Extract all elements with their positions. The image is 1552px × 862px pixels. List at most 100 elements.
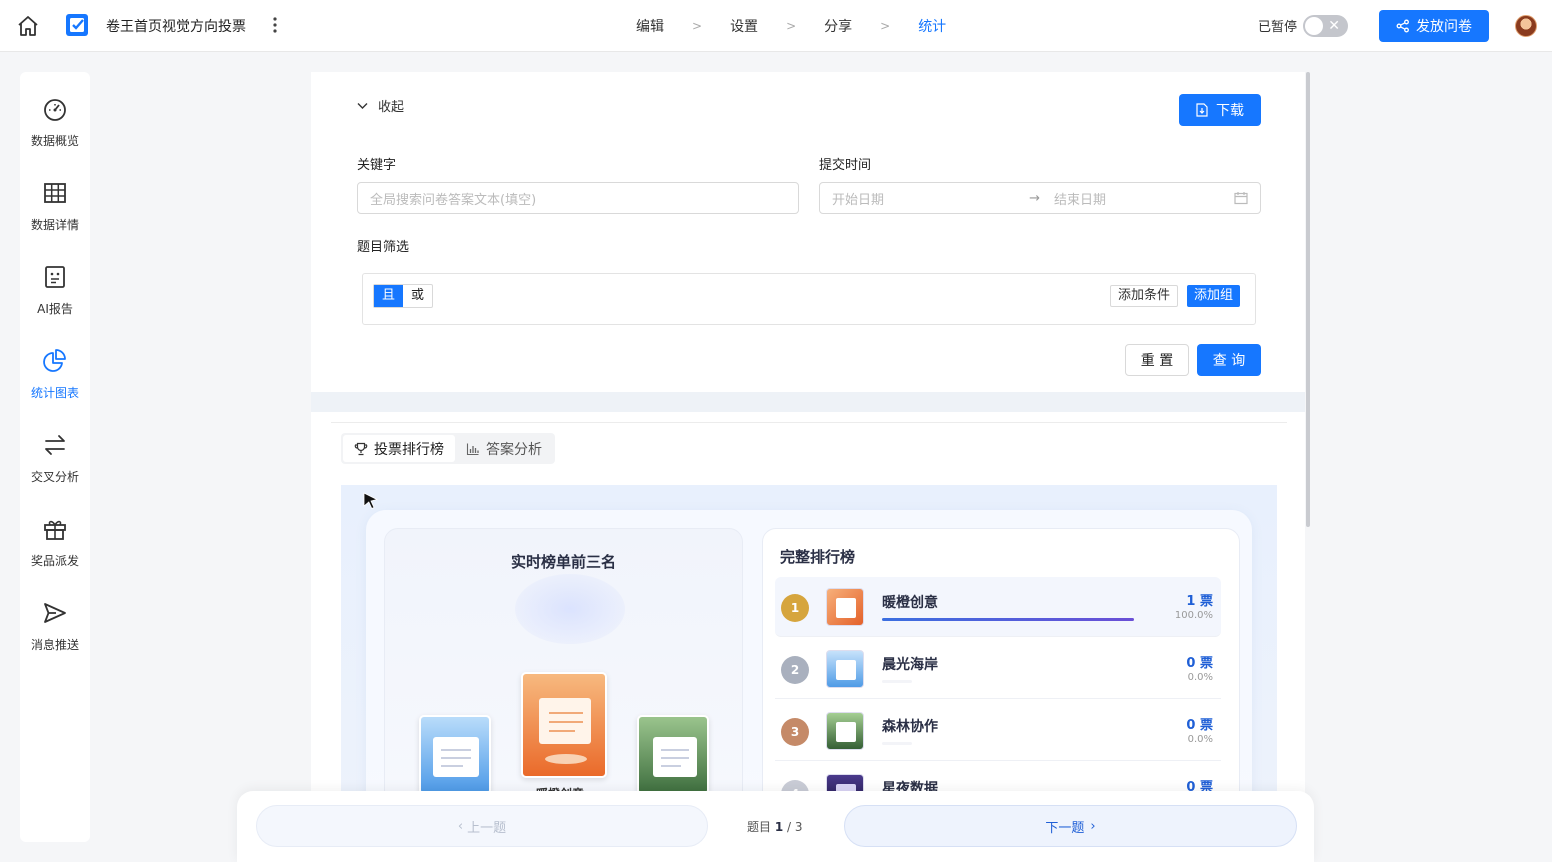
counter-prefix: 题目 <box>747 820 772 834</box>
chevron-left-icon: ‹ <box>457 818 464 834</box>
entry-name: 晨光海岸 <box>882 657 938 673</box>
gift-icon <box>44 520 66 540</box>
tab-label: 投票排行榜 <box>374 441 444 458</box>
more-vertical-icon[interactable] <box>268 14 282 36</box>
step-statistics[interactable]: 统计 <box>918 16 946 36</box>
sidebar: 数据概览 数据详情 AI报告 统计图表 交叉分析 奖品派发 消息推送 <box>20 72 90 842</box>
total-questions: 3 <box>794 820 803 834</box>
current-question: 1 <box>774 820 784 834</box>
ranking-row[interactable]: 2 晨光海岸 0 票 0.0% <box>775 639 1221 699</box>
logic-toggle: 且 或 <box>373 284 433 308</box>
toggle-knob <box>1305 17 1323 35</box>
ranking-row[interactable]: 3 森林协作 0 票 0.0% <box>775 701 1221 761</box>
end-date-placeholder: 结束日期 <box>1054 192 1107 208</box>
sidebar-item-data-details[interactable]: 数据详情 <box>20 180 90 233</box>
query-button[interactable]: 查 询 <box>1197 344 1261 376</box>
sidebar-item-label: 统计图表 <box>30 386 79 400</box>
vote-count: 1 票 <box>1186 594 1213 609</box>
question-filter-box: 且 或 添加条件 添加组 <box>362 273 1256 325</box>
collapse-label: 收起 <box>378 100 405 115</box>
bar-chart-icon <box>466 443 479 455</box>
sidebar-item-label: AI报告 <box>37 302 73 316</box>
logic-and-option[interactable]: 且 <box>374 285 403 307</box>
previous-label: 上一题 <box>467 820 507 836</box>
rank-badge: 2 <box>781 656 809 684</box>
entry-thumbnail <box>826 650 864 688</box>
chevron-right-icon: › <box>1090 818 1096 834</box>
step-edit[interactable]: 编辑 <box>636 16 664 36</box>
ai-report-icon <box>45 266 65 288</box>
podium-card-second <box>419 715 491 795</box>
swap-arrows-icon <box>45 435 65 455</box>
sidebar-item-message-push[interactable]: 消息推送 <box>20 600 90 653</box>
step-settings[interactable]: 设置 <box>730 16 758 36</box>
vote-count: 0 票 <box>1186 656 1213 671</box>
start-date-placeholder: 开始日期 <box>832 192 885 208</box>
sidebar-item-data-overview[interactable]: 数据概览 <box>20 96 90 149</box>
sidebar-item-ai-report[interactable]: AI报告 <box>20 264 90 317</box>
sidebar-item-label: 数据详情 <box>30 218 79 232</box>
pause-toggle[interactable]: ✕ <box>1303 15 1348 37</box>
next-question-button[interactable]: 下一题 › <box>844 805 1297 847</box>
submit-time-label: 提交时间 <box>819 158 872 173</box>
podium-card-third <box>637 715 709 795</box>
main-scrollbar[interactable] <box>1306 72 1310 527</box>
top-bar: 卷王首页视觉方向投票 编辑 > 设置 > 分享 > 统计 已暂停 ✕ 发放问卷 <box>0 0 1552 52</box>
entry-thumbnail <box>826 712 864 750</box>
vote-percent: 0.0% <box>1187 734 1213 745</box>
podium-glow <box>515 574 625 644</box>
divider <box>331 422 1287 423</box>
user-avatar[interactable] <box>1515 15 1537 37</box>
vote-percent: 0.0% <box>1187 672 1213 683</box>
download-label: 下载 <box>1216 103 1244 119</box>
ranking-title: 完整排行榜 <box>780 548 856 566</box>
publish-button[interactable]: 发放问卷 <box>1379 10 1489 42</box>
main-panel: 收起 下载 关键字 全局搜索问卷答案文本(填空) 提交时间 开始日期 → 结束日… <box>311 72 1305 862</box>
ranking-row[interactable]: 1 暖橙创意 1 票 100.0% <box>775 577 1221 637</box>
section-divider-band <box>311 392 1305 412</box>
add-condition-button[interactable]: 添加条件 <box>1110 285 1179 307</box>
keyword-search-input[interactable]: 全局搜索问卷答案文本(填空) <box>357 182 799 214</box>
range-arrow: → <box>1029 190 1040 206</box>
entry-name: 森林协作 <box>882 719 938 735</box>
sidebar-item-label: 交叉分析 <box>30 470 79 484</box>
sidebar-item-label: 数据概览 <box>30 134 79 148</box>
keyword-label: 关键字 <box>357 158 397 173</box>
add-group-button[interactable]: 添加组 <box>1187 285 1241 307</box>
tab-answer-analysis[interactable]: 答案分析 <box>455 435 553 462</box>
mouse-cursor-icon <box>363 492 379 510</box>
table-grid-icon <box>44 183 66 203</box>
logic-or-option[interactable]: 或 <box>403 285 432 307</box>
survey-checkbox-icon <box>66 14 88 36</box>
step-share[interactable]: 分享 <box>824 16 852 36</box>
pie-chart-icon <box>43 349 66 372</box>
trophy-icon <box>354 442 368 455</box>
close-icon: ✕ <box>1328 18 1340 34</box>
sidebar-item-prize-distribution[interactable]: 奖品派发 <box>20 516 90 569</box>
sidebar-item-label: 奖品派发 <box>30 554 79 568</box>
collapse-button[interactable]: 收起 <box>357 96 404 115</box>
keyword-placeholder: 全局搜索问卷答案文本(填空) <box>370 192 537 208</box>
vote-share-bar <box>882 618 1134 621</box>
file-download-icon <box>1196 103 1208 117</box>
previous-question-button[interactable]: ‹ 上一题 <box>256 805 708 847</box>
step-navigation: 编辑 > 设置 > 分享 > 统计 <box>636 16 946 36</box>
download-button[interactable]: 下载 <box>1179 94 1261 126</box>
podium-card-first <box>521 672 607 778</box>
entry-thumbnail <box>826 588 864 626</box>
rank-badge: 1 <box>781 594 809 622</box>
sidebar-item-statistics-charts[interactable]: 统计图表 <box>20 348 90 401</box>
sidebar-item-cross-analysis[interactable]: 交叉分析 <box>20 432 90 485</box>
result-tabs: 投票排行榜 答案分析 <box>341 433 555 464</box>
sidebar-item-label: 消息推送 <box>30 638 79 652</box>
home-icon[interactable] <box>16 14 40 38</box>
date-range-picker[interactable]: 开始日期 → 结束日期 <box>819 182 1261 214</box>
rank-badge: 3 <box>781 718 809 746</box>
step-separator: > <box>692 19 703 33</box>
vote-percent: 100.0% <box>1174 610 1213 621</box>
tab-vote-ranking[interactable]: 投票排行榜 <box>343 435 455 462</box>
dashboard-gauge-icon <box>44 99 66 121</box>
step-separator: > <box>880 19 891 33</box>
reset-button[interactable]: 重 置 <box>1125 344 1189 376</box>
vote-share-bar <box>882 742 912 745</box>
